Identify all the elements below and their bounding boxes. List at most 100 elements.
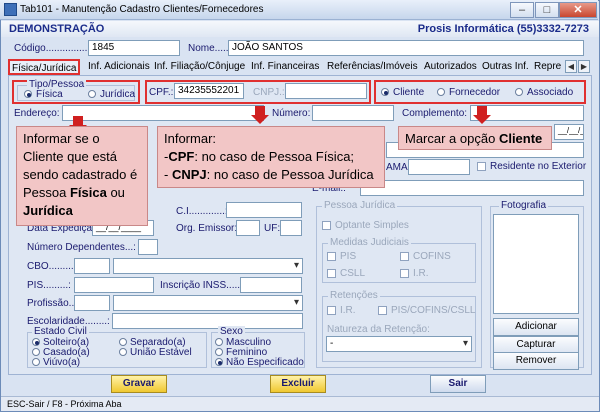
maximize-button[interactable]: □ bbox=[535, 2, 559, 18]
callout-tipo-pessoa: Informar se o Cliente que está sendo cad… bbox=[16, 126, 148, 226]
pis-chk-label: PIS bbox=[340, 251, 357, 262]
juridica-radio[interactable] bbox=[88, 90, 96, 98]
app-icon bbox=[4, 3, 17, 16]
ir-checkbox[interactable] bbox=[400, 269, 409, 278]
vendor-info: Prosis Informática (55)3332-7273 bbox=[417, 23, 589, 35]
callout-bold: Cliente bbox=[498, 131, 543, 146]
optante-simples-checkbox[interactable] bbox=[322, 221, 331, 230]
window-title: Tab101 - Manutenção Cadastro Clientes/Fo… bbox=[20, 4, 264, 15]
callout-cpf-cnpj: Informar: -CPF: no caso de Pessoa Física… bbox=[157, 126, 385, 188]
sair-button[interactable]: Sair bbox=[430, 375, 486, 393]
ret-pis-cofins-checkbox[interactable] bbox=[378, 306, 387, 315]
ama-label: AMA: bbox=[386, 162, 411, 173]
complemento-label: Complemento: bbox=[402, 108, 468, 119]
uniao-estavel-label: União Estável bbox=[130, 347, 192, 358]
tab-referencias[interactable]: Referências/Imóveis bbox=[325, 59, 420, 75]
callout-bold: Jurídica bbox=[23, 203, 73, 218]
tab-strip: Física/Jurídica Inf. Adicionais Inf. Fil… bbox=[8, 59, 592, 75]
tab-representantes[interactable]: Repre bbox=[532, 59, 566, 75]
date-input-partial[interactable]: __/__/__ bbox=[554, 124, 584, 140]
inscricao-inss-input[interactable] bbox=[240, 277, 302, 293]
excluir-button[interactable]: Excluir bbox=[270, 375, 326, 393]
callout-text: : no caso de Pessoa Física; bbox=[194, 149, 355, 164]
pis-label: PIS.........: bbox=[27, 280, 71, 291]
profissao-code-input[interactable] bbox=[74, 295, 110, 311]
fornecedor-radio[interactable] bbox=[437, 88, 445, 96]
cliente-label: Cliente bbox=[393, 87, 425, 98]
close-button[interactable]: ✕ bbox=[559, 2, 597, 18]
profissao-select[interactable] bbox=[113, 295, 303, 311]
callout-text: Marcar a opção bbox=[405, 131, 499, 146]
tab-inf-filiacao[interactable]: Inf. Filiação/Cônjuge bbox=[152, 59, 247, 75]
separado-radio[interactable] bbox=[119, 338, 127, 346]
pis-checkbox[interactable] bbox=[327, 252, 336, 261]
cbo-code-input[interactable] bbox=[74, 258, 110, 274]
pis-input[interactable] bbox=[74, 277, 154, 293]
cnpj-input[interactable] bbox=[285, 83, 367, 99]
orgao-emissor-input[interactable] bbox=[236, 220, 260, 236]
codigo-input[interactable]: 1845 bbox=[88, 40, 180, 56]
nome-input[interactable]: JOÃO SANTOS bbox=[228, 40, 584, 56]
company-name: DEMONSTRAÇÃO bbox=[9, 23, 105, 35]
natureza-retencao-select[interactable]: - bbox=[326, 336, 472, 352]
tab-outras-inf[interactable]: Outras Inf. bbox=[480, 59, 531, 75]
medidas-judiciais-title: Medidas Judiciais bbox=[328, 237, 411, 248]
escolaridade-input[interactable] bbox=[112, 313, 303, 329]
adicionar-button[interactable]: Adicionar bbox=[493, 318, 579, 336]
callout-line: - CNPJ: no caso de Pessoa Jurídica bbox=[164, 167, 374, 182]
residente-checkbox[interactable] bbox=[477, 162, 486, 171]
endereco-label: Endereço: bbox=[14, 108, 60, 119]
fisica-radio[interactable] bbox=[24, 90, 32, 98]
tab-inf-financeiras[interactable]: Inf. Financeiras bbox=[249, 59, 321, 75]
cofins-label: COFINS bbox=[413, 251, 451, 262]
email-input[interactable] bbox=[360, 180, 584, 196]
gravar-button[interactable]: Gravar bbox=[111, 375, 167, 393]
residente-label: Residente no Exterior bbox=[490, 161, 587, 172]
pessoa-juridica-title: Pessoa Jurídica bbox=[322, 200, 398, 211]
retencoes-title: Retenções bbox=[328, 290, 380, 301]
ret-ir-checkbox[interactable] bbox=[327, 306, 336, 315]
sexo-title: Sexo bbox=[218, 326, 245, 337]
nao-especificado-radio[interactable] bbox=[215, 358, 223, 366]
solteiro-radio[interactable] bbox=[32, 338, 40, 346]
nao-especificado-label: Não Especificado bbox=[226, 357, 304, 368]
csll-label: CSLL bbox=[340, 268, 366, 279]
cpf-label: CPF.: bbox=[149, 87, 174, 98]
endereco-input[interactable] bbox=[62, 105, 264, 121]
ci-input[interactable] bbox=[226, 202, 302, 218]
uf-input[interactable] bbox=[280, 220, 302, 236]
minimize-button[interactable]: – bbox=[510, 2, 534, 18]
title-bar: Tab101 - Manutenção Cadastro Clientes/Fo… bbox=[0, 0, 598, 20]
cbo-label: CBO.........: bbox=[27, 261, 77, 272]
tab-scroll-left-icon[interactable]: ◀ bbox=[565, 60, 577, 73]
cofins-checkbox[interactable] bbox=[400, 252, 409, 261]
dependentes-input[interactable] bbox=[138, 239, 158, 255]
numero-input[interactable] bbox=[312, 105, 394, 121]
uf-label: UF: bbox=[264, 223, 281, 234]
associado-radio[interactable] bbox=[515, 88, 523, 96]
tab-autorizados[interactable]: Autorizados bbox=[422, 59, 479, 75]
feminino-radio[interactable] bbox=[215, 348, 223, 356]
masculino-radio[interactable] bbox=[215, 338, 223, 346]
dependentes-label: Número Dependentes...: bbox=[27, 242, 136, 253]
viuvo-radio[interactable] bbox=[32, 358, 40, 366]
cbo-select[interactable] bbox=[113, 258, 303, 274]
cliente-radio[interactable] bbox=[381, 88, 389, 96]
remover-button[interactable]: Remover bbox=[493, 352, 579, 370]
uniao-estavel-radio[interactable] bbox=[119, 348, 127, 356]
cpf-input[interactable]: 34235552201 bbox=[174, 83, 244, 99]
ret-pis-cofins-label: PIS/COFINS/CSLL bbox=[391, 305, 476, 316]
tab-inf-adicionais[interactable]: Inf. Adicionais bbox=[86, 59, 152, 75]
numero-label: Número: bbox=[272, 108, 311, 119]
ama-input[interactable] bbox=[408, 159, 470, 175]
casado-radio[interactable] bbox=[32, 348, 40, 356]
tab-scroll-right-icon[interactable]: ▶ bbox=[578, 60, 590, 73]
callout-bold: Física bbox=[69, 185, 107, 200]
csll-checkbox[interactable] bbox=[327, 269, 336, 278]
tab-fisica-juridica[interactable]: Física/Jurídica bbox=[8, 59, 81, 75]
callout-line: -CPF: no caso de Pessoa Física; bbox=[164, 149, 355, 164]
cnpj-label: CNPJ.: bbox=[253, 87, 285, 98]
ci-label: C.I.............: bbox=[176, 206, 228, 217]
callout-bold: CPF bbox=[168, 149, 195, 164]
natureza-retencao-label: Natureza da Retenção: bbox=[327, 324, 430, 335]
